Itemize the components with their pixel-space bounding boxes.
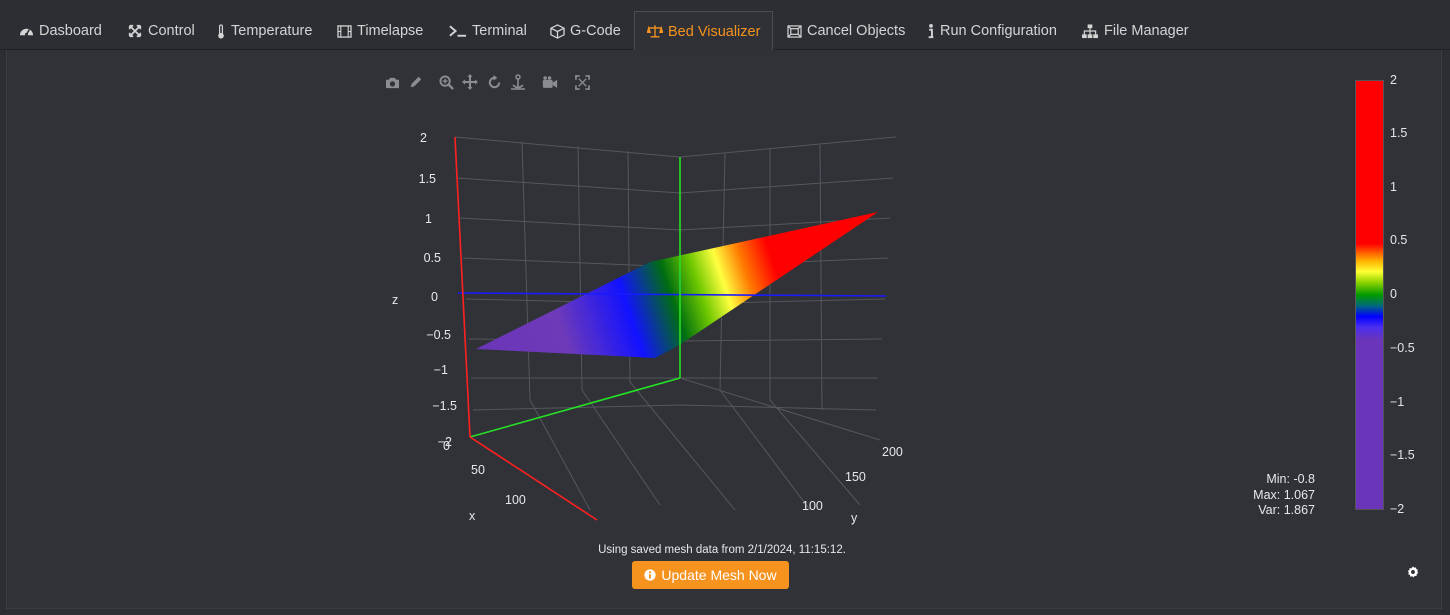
colorbar-tick: 1 (1390, 180, 1397, 194)
z-tick: −1.5 (432, 399, 457, 413)
z-axis-label: z (392, 293, 398, 307)
z-tick: 0 (431, 290, 438, 304)
colorbar-tick: 0.5 (1390, 233, 1408, 247)
colorbar-tick: −1 (1390, 395, 1405, 409)
mesh-surface[interactable] (476, 212, 878, 358)
x-axis-label: x (469, 509, 476, 523)
x-tick: 100 (505, 493, 526, 507)
stat-min: Min: -0.8 (1266, 472, 1315, 486)
y-tick: 150 (845, 470, 866, 484)
update-mesh-button[interactable]: Update Mesh Now (632, 561, 789, 589)
colorbar (1355, 80, 1384, 510)
stat-max: Max: 1.067 (1253, 487, 1315, 502)
z-tick: −0.5 (426, 328, 451, 342)
colorbar-tick: 1.5 (1390, 126, 1408, 140)
z-tick-labels: 2 1.5 1 0.5 0 −0.5 −1 −1.5 −2 (419, 131, 457, 449)
stat-var: Var: 1.867 (1258, 503, 1315, 517)
y-axis-label: y (851, 511, 858, 525)
mesh-status-note: Using saved mesh data from 2/1/2024, 11:… (598, 544, 846, 556)
z-tick: 2 (420, 131, 427, 145)
x-axis-red-line (469, 436, 598, 521)
colorbar-tick: −1.5 (1390, 448, 1415, 462)
z-tick: 1 (425, 212, 432, 226)
x-tick: 50 (471, 463, 485, 477)
colorbar-tick: 0 (1390, 287, 1397, 301)
update-mesh-button-label: Update Mesh Now (661, 567, 777, 583)
mesh-stats: Min: -0.8 Max: 1.067 Var: 1.867 (1253, 472, 1315, 519)
info-circle-icon (644, 569, 657, 581)
colorbar-tick: 2 (1390, 73, 1397, 87)
colorbar-tick: −0.5 (1390, 341, 1415, 355)
mesh-surface-plot[interactable]: 2 1.5 1 0.5 0 −0.5 −1 −1.5 −2 z 0 50 100… (0, 0, 1450, 615)
x-axis-green-line (469, 377, 681, 438)
z-axis-red-line (454, 136, 471, 438)
gear-icon[interactable] (1404, 563, 1422, 581)
y-tick: 100 (802, 499, 823, 513)
colorbar-tick: −2 (1390, 502, 1405, 516)
x-tick: 0 (443, 439, 450, 453)
z-tick: −1 (434, 363, 448, 377)
z-tick: 1.5 (419, 172, 436, 186)
y-tick: 200 (882, 445, 903, 459)
z-tick: 0.5 (424, 251, 441, 265)
